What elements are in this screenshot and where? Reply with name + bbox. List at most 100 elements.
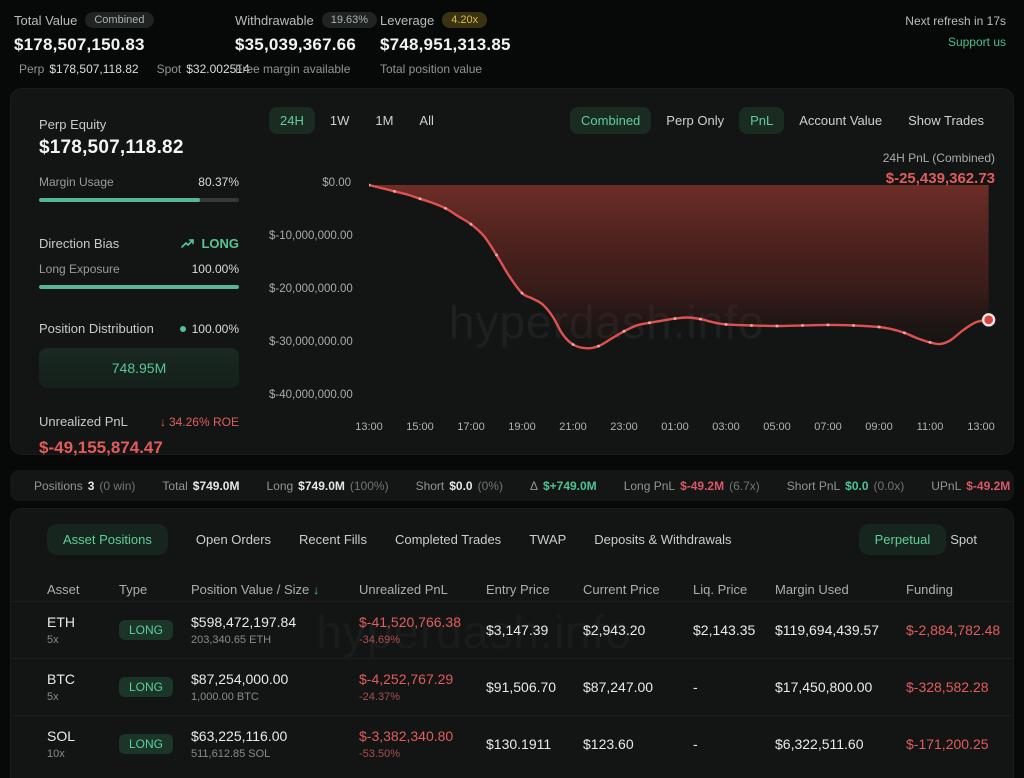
perp-label: Perp xyxy=(19,62,44,76)
data-point-dot xyxy=(495,253,498,256)
withdrawable-label: Withdrawable xyxy=(235,13,314,28)
x-axis-label: 09:00 xyxy=(865,421,893,433)
tab-spot[interactable]: Spot xyxy=(950,532,977,547)
position-size: 511,612.85 SOL xyxy=(191,748,359,760)
margin-used: $6,322,511.60 xyxy=(775,736,906,752)
unrealized-pnl-pct: -24.37% xyxy=(359,691,486,703)
summary-short-pnl: Short PnL $0.0 (0.0x) xyxy=(787,479,904,493)
distribution-amount: 748.95M xyxy=(112,360,166,376)
mode-combined-button[interactable]: Combined xyxy=(570,107,651,134)
unrealized-pnl: $-4,252,767.29 xyxy=(359,671,486,687)
side-badge: LONG xyxy=(119,620,173,640)
data-point-dot xyxy=(750,324,753,327)
side-badge: LONG xyxy=(119,677,173,697)
range-tab-1m[interactable]: 1M xyxy=(364,107,404,134)
tab-deposits-withdrawals[interactable]: Deposits & Withdrawals xyxy=(594,532,731,547)
data-point-dot xyxy=(521,292,524,295)
entry-price: $3,147.39 xyxy=(486,622,583,638)
data-point-dot xyxy=(623,330,626,333)
header-liq-price[interactable]: Liq. Price xyxy=(693,582,775,597)
tab-recent-fills[interactable]: Recent Fills xyxy=(299,532,367,547)
mode-account-value-button[interactable]: Account Value xyxy=(788,107,893,134)
summary-long: Long $749.0M (100%) xyxy=(266,479,388,493)
data-point-dot xyxy=(648,321,651,324)
summary-total: Total $749.0M xyxy=(162,479,239,493)
leverage-sub: Total position value xyxy=(380,62,482,76)
table-row[interactable]: SOL10x LONG $63,225,116.00511,612.85 SOL… xyxy=(11,715,1013,772)
leverage-badge: 4.20x xyxy=(442,12,487,28)
data-point-dot xyxy=(776,324,779,327)
margin-usage-label: Margin Usage xyxy=(39,175,114,189)
chart-mode-group: Combined Perp Only PnL Account Value Sho… xyxy=(570,107,995,134)
table-row[interactable]: BTC5x LONG $87,254,000.001,000.00 BTC $-… xyxy=(11,658,1013,715)
header-entry-price[interactable]: Entry Price xyxy=(486,582,583,597)
trend-up-icon xyxy=(181,238,195,249)
direction-bias-label: Direction Bias xyxy=(39,236,119,251)
data-point-dot xyxy=(393,190,396,193)
top-stats-bar: Total Value Combined $178,507,150.83 Per… xyxy=(0,0,1024,78)
header-margin-used[interactable]: Margin Used xyxy=(775,582,906,597)
range-tab-24h[interactable]: 24H xyxy=(269,107,315,134)
range-tab-all[interactable]: All xyxy=(408,107,444,134)
positions-table-panel: hyperdash.info Asset Positions Open Orde… xyxy=(10,508,1014,778)
support-us-link[interactable]: Support us xyxy=(905,35,1006,49)
data-point-dot xyxy=(419,197,422,200)
header-type[interactable]: Type xyxy=(119,582,191,597)
side-badge: LONG xyxy=(119,734,173,754)
total-value-label: Total Value xyxy=(14,13,77,28)
leverage-label: Leverage xyxy=(380,13,434,28)
x-axis-label: 13:00 xyxy=(355,421,383,433)
withdrawable-sub: Free margin available xyxy=(235,62,350,76)
tab-completed-trades[interactable]: Completed Trades xyxy=(395,532,501,547)
pnl-chart[interactable]: hyperdash.info $0.00$-10,000,000.00$-20,… xyxy=(269,177,995,439)
asset-leverage: 5x xyxy=(47,634,119,646)
data-point-dot xyxy=(929,341,932,344)
tab-twap[interactable]: TWAP xyxy=(529,532,566,547)
y-axis-label: $-20,000,000.00 xyxy=(269,283,361,295)
long-exposure-value: 100.00% xyxy=(192,262,239,276)
table-row[interactable]: ETH5x LONG $598,472,197.84203,340.65 ETH… xyxy=(11,601,1013,658)
y-axis-label: $0.00 xyxy=(269,177,361,189)
header-funding[interactable]: Funding xyxy=(906,582,1013,597)
withdrawable-pct-badge: 19.63% xyxy=(322,12,377,28)
show-trades-button[interactable]: Show Trades xyxy=(897,107,995,134)
tab-perpetual[interactable]: Perpetual xyxy=(859,524,947,555)
margin-used: $119,694,439.57 xyxy=(775,622,906,638)
y-axis-label: $-40,000,000.00 xyxy=(269,389,361,401)
header-unrealized-pnl[interactable]: Unrealized PnL xyxy=(359,582,486,597)
x-axis-label: 01:00 xyxy=(661,421,689,433)
tab-asset-positions[interactable]: Asset Positions xyxy=(47,524,168,555)
mode-perp-only-button[interactable]: Perp Only xyxy=(655,107,735,134)
header-current-price[interactable]: Current Price xyxy=(583,582,693,597)
summary-positions: Positions 3 (0 win) xyxy=(34,479,135,493)
y-axis: $0.00$-10,000,000.00$-20,000,000.00$-30,… xyxy=(269,177,361,417)
leverage-block: Leverage 4.20x $748,951,313.85 Total pos… xyxy=(380,12,905,78)
margin-used: $17,450,800.00 xyxy=(775,679,906,695)
margin-usage-bar xyxy=(39,198,239,202)
withdrawable-amount: $35,039,367.66 xyxy=(235,35,380,55)
range-tab-1w[interactable]: 1W xyxy=(319,107,361,134)
summary-delta: Δ $+749.0M xyxy=(530,479,597,493)
position-size: 1,000.00 BTC xyxy=(191,691,359,703)
account-overview-panel: Perp Equity $178,507,118.82 Margin Usage… xyxy=(10,88,1014,455)
account-stats-column: Perp Equity $178,507,118.82 Margin Usage… xyxy=(29,107,269,436)
header-position-value[interactable]: Position Value / Size↓ xyxy=(191,582,359,597)
x-axis-label: 03:00 xyxy=(712,421,740,433)
mode-pnl-button[interactable]: PnL xyxy=(739,107,784,134)
data-point-dot xyxy=(725,323,728,326)
y-axis-label: $-30,000,000.00 xyxy=(269,336,361,348)
refresh-countdown: Next refresh in 17s xyxy=(905,14,1006,28)
x-axis-label: 21:00 xyxy=(559,421,587,433)
summary-upnl: UPnL $-49.2M (0% win) xyxy=(931,479,1014,493)
current-price: $2,943.20 xyxy=(583,622,693,638)
x-axis-label: 07:00 xyxy=(814,421,842,433)
asset-symbol: BTC xyxy=(47,671,119,687)
range-tab-group: 24H 1W 1M All xyxy=(269,107,445,134)
last-point-marker xyxy=(983,314,994,325)
unrealized-pnl: $-3,382,340.80 xyxy=(359,728,486,744)
tab-open-orders[interactable]: Open Orders xyxy=(196,532,271,547)
header-asset[interactable]: Asset xyxy=(47,582,119,597)
liq-price: - xyxy=(693,736,775,752)
pnl-chart-zone: 24H 1W 1M All Combined Perp Only PnL Acc… xyxy=(269,107,995,436)
long-exposure-bar xyxy=(39,285,239,289)
